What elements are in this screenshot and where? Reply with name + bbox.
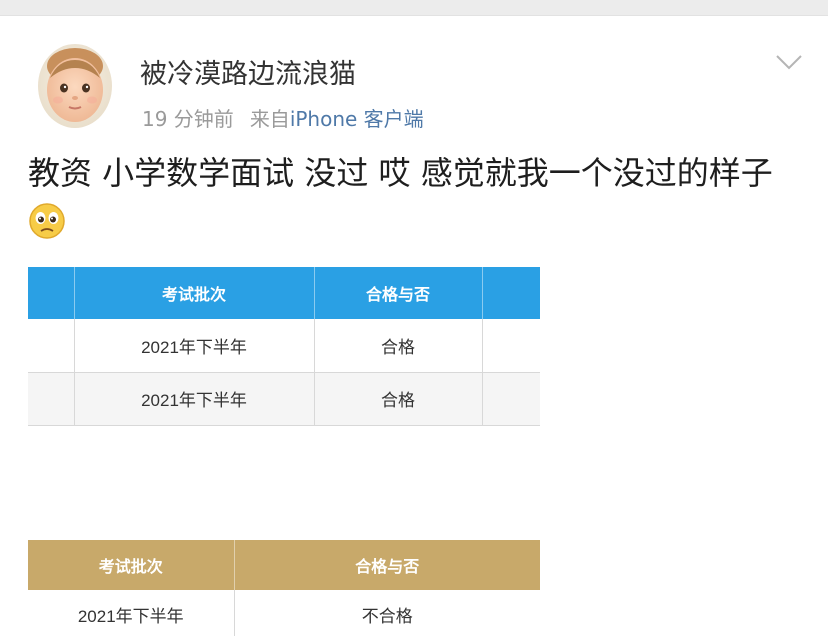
table-cell-empty — [482, 372, 540, 426]
table-cell-result: 合格 — [314, 372, 483, 426]
chevron-down-icon[interactable] — [772, 50, 806, 74]
user-avatar[interactable] — [38, 44, 112, 128]
table-row: 2021年下半年 不合格 — [28, 590, 540, 636]
table-header-empty — [28, 267, 75, 319]
post-source-device[interactable]: iPhone 客户端 — [290, 107, 424, 131]
sad-face-emoji-icon — [29, 203, 65, 239]
table-header-batch: 考试批次 — [74, 267, 315, 319]
table-cell-empty — [482, 319, 540, 373]
table-cell-empty — [28, 319, 75, 373]
post-content: 教资 小学数学面试 没过 哎 感觉就我一个没过的样子 — [28, 148, 803, 248]
post-username[interactable]: 被冷漠路边流浪猫 — [140, 52, 356, 91]
table-row: 2021年下半年 合格 — [28, 319, 540, 373]
exam-result-table-failed: 考试批次 合格与否 2021年下半年 不合格 — [28, 540, 540, 636]
table-header-row: 考试批次 合格与否 — [28, 540, 540, 590]
table-cell-batch: 2021年下半年 — [28, 590, 235, 636]
table-header-row: 考试批次 合格与否 — [28, 267, 540, 319]
post-meta: 19 分钟前 来自iPhone 客户端 — [142, 103, 424, 132]
post-text: 教资 小学数学面试 没过 哎 感觉就我一个没过的样子 — [28, 154, 773, 192]
table-cell-batch: 2021年下半年 — [74, 319, 315, 373]
post-source-label: 来自 — [249, 107, 290, 131]
table-header-empty — [482, 267, 540, 319]
table-cell-result: 不合格 — [234, 590, 540, 636]
table-cell-empty — [28, 372, 75, 426]
table-cell-result: 合格 — [314, 319, 483, 373]
top-status-strip — [0, 0, 828, 16]
exam-result-table-passed: 考试批次 合格与否 2021年下半年 合格 2021年下半年 合格 — [28, 267, 540, 426]
table-row: 2021年下半年 合格 — [28, 372, 540, 426]
baby-avatar-icon — [38, 44, 112, 128]
table-cell-batch: 2021年下半年 — [74, 372, 315, 426]
table-header-batch: 考试批次 — [28, 540, 235, 590]
table-header-result: 合格与否 — [314, 267, 483, 319]
post-time: 19 分钟前 — [142, 107, 234, 131]
table-header-result: 合格与否 — [234, 540, 540, 590]
